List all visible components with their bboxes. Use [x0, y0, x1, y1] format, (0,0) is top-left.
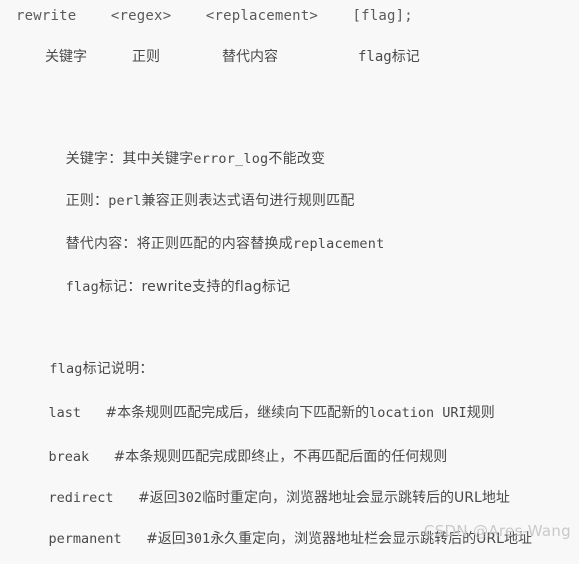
annotation-replacement: 替代内容 — [222, 49, 278, 65]
flag-note-last-before: #本条规则匹配完成后，继续向下匹配新的 — [105, 405, 370, 421]
flag-name-redirect: redirect — [48, 490, 114, 506]
flag-name-last: last — [48, 405, 82, 421]
description-regex-code: perl — [108, 193, 142, 209]
flag-note-break-before: #本条规则匹配完成即终止，不再匹配后面的任何规则 — [113, 449, 448, 465]
flag-note-permanent-after: 永久重定向，浏览器地址栏会显示跳转后的URL地址 — [210, 531, 532, 547]
flag-note-permanent-code: 301 — [185, 531, 211, 547]
flag-name-break: break — [48, 449, 90, 465]
flag-note-redirect-code: 302 — [177, 490, 203, 506]
annotation-flag: flag标记 — [358, 49, 420, 65]
description-regex-tail: 兼容正则表达式语句进行规则匹配 — [141, 193, 355, 209]
description-flag: flag标记：rewrite支持的flag标记 — [47, 260, 290, 314]
rewrite-syntax-line: rewrite <regex> <replacement> [flag]; — [16, 8, 413, 24]
flag-note-last-code: location URI — [369, 405, 467, 421]
description-flag-code: flag — [65, 279, 99, 295]
flag-note-permanent: #返回301永久重定向，浏览器地址栏会显示跳转后的URL地址 — [146, 531, 532, 547]
description-replacement-label: 替代内容：将正则匹配的内容替换成 — [65, 236, 293, 252]
syntax-annotation-row: 关键字 正则 替代内容 flag标记 — [0, 46, 579, 70]
annotation-regex: 正则 — [132, 49, 160, 65]
description-keyword-label: 关键字：其中关键字 — [65, 151, 194, 167]
flag-note-break: #本条规则匹配完成即终止，不再匹配后面的任何规则 — [114, 449, 448, 465]
flag-section-heading-code: flag — [49, 361, 83, 377]
flag-note-last-after: 规则 — [466, 405, 495, 421]
annotation-keyword: 关键字 — [45, 49, 87, 65]
description-replacement-code: replacement — [292, 236, 385, 252]
description-keyword-code: error_log — [193, 151, 269, 167]
flag-note-redirect-before: #返回 — [137, 490, 178, 506]
flag-gap-redirect — [114, 490, 138, 506]
flag-note-redirect-after: 临时重定向，浏览器地址会显示跳转后的URL地址 — [202, 490, 510, 506]
description-keyword-tail: 不能改变 — [268, 151, 326, 167]
description-flag-tail: 标记：rewrite支持的flag标记 — [98, 279, 291, 295]
flag-gap-break — [89, 449, 113, 465]
article-content-area: rewrite <regex> <replacement> [flag]; 关键… — [0, 0, 579, 547]
flag-note-permanent-before: #返回 — [146, 531, 186, 547]
flag-section-heading-text: 标记说明： — [82, 361, 154, 377]
flag-gap-permanent — [122, 531, 146, 547]
description-regex-label: 正则： — [65, 193, 109, 209]
flag-note-last: #本条规则匹配完成后，继续向下匹配新的location URI规则 — [105, 405, 494, 421]
flag-note-redirect: #返回302临时重定向，浏览器地址会显示跳转后的URL地址 — [138, 490, 510, 506]
flag-gap-last — [81, 405, 105, 421]
flag-row-permanent: permanent #返回301永久重定向，浏览器地址栏会显示跳转后的URL地址 — [16, 512, 532, 564]
flag-name-permanent: permanent — [48, 531, 122, 547]
